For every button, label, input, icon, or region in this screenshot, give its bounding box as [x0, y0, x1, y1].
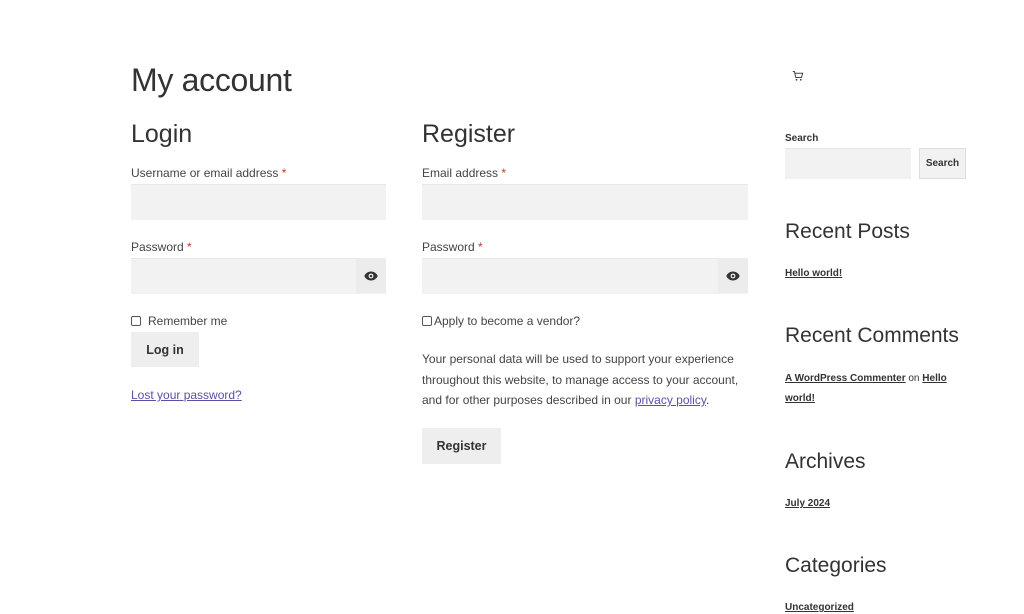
recent-posts-title: Recent Posts	[785, 220, 910, 243]
cart-icon	[792, 71, 804, 81]
required-mark: *	[281, 166, 287, 180]
search-input[interactable]	[785, 148, 911, 179]
username-input[interactable]	[131, 184, 386, 220]
login-password-label: Password *	[131, 240, 192, 254]
register-show-password-button[interactable]	[718, 258, 748, 293]
cart-link[interactable]	[792, 69, 804, 87]
comment-on-text: on	[908, 373, 920, 384]
archives-title: Archives	[785, 450, 866, 473]
categories-title: Categories	[785, 554, 887, 577]
remember-me-label: Remember me	[148, 314, 228, 328]
login-password-input[interactable]	[131, 258, 386, 294]
recent-comments-title: Recent Comments	[785, 324, 959, 347]
privacy-text-line: and for other purposes described in our …	[422, 390, 752, 411]
register-button[interactable]: Register	[422, 428, 501, 464]
required-mark: *	[501, 166, 507, 180]
email-label: Email address *	[422, 166, 506, 180]
comment-post-link[interactable]: Hello	[922, 373, 946, 384]
register-password-input[interactable]	[422, 258, 748, 294]
recent-post-link[interactable]: Hello world!	[785, 268, 842, 279]
category-link[interactable]: Uncategorized	[785, 602, 854, 613]
eye-icon	[364, 271, 378, 280]
login-show-password-button[interactable]	[356, 258, 386, 293]
eye-icon	[726, 271, 740, 280]
register-email-input[interactable]	[422, 184, 748, 220]
remember-me[interactable]: Remember me	[131, 314, 227, 328]
privacy-text-line: throughout this website, to manage acces…	[422, 372, 739, 387]
login-heading: Login	[131, 120, 193, 148]
username-label-text: Username or email address	[131, 166, 279, 180]
comment-post-link[interactable]: world!	[785, 393, 815, 404]
page-title: My account	[131, 62, 292, 98]
search-label: Search	[785, 133, 819, 144]
login-button[interactable]: Log in	[131, 332, 199, 367]
privacy-text-end: .	[705, 393, 710, 407]
comment-author-link[interactable]: A WordPress Commenter	[785, 373, 906, 384]
register-heading: Register	[422, 120, 516, 148]
email-label-text: Email address	[422, 166, 499, 180]
required-mark: *	[187, 240, 192, 254]
privacy-text: and for other purposes described in our	[422, 393, 632, 407]
vendor-option[interactable]: Apply to become a vendor?	[422, 314, 580, 328]
archive-link[interactable]: July 2024	[785, 498, 830, 509]
search-button[interactable]: Search	[919, 148, 966, 179]
lost-password-link[interactable]: Lost your password?	[131, 388, 242, 402]
privacy-policy-link[interactable]: privacy policy	[635, 393, 706, 407]
login-password-label-text: Password	[131, 240, 184, 254]
privacy-notice: Your personal data will be used to suppo…	[422, 349, 752, 411]
register-password-label-text: Password	[422, 240, 475, 254]
register-password-label: Password *	[422, 240, 483, 254]
required-mark: *	[478, 240, 483, 254]
vendor-label: Apply to become a vendor?	[434, 314, 581, 328]
recent-comment-item: A WordPress Commenter on Hello world!	[785, 369, 965, 409]
username-label: Username or email address *	[131, 166, 286, 180]
remember-me-checkbox[interactable]	[131, 316, 141, 326]
privacy-text-line: Your personal data will be used to suppo…	[422, 352, 734, 366]
vendor-checkbox[interactable]	[422, 316, 432, 326]
